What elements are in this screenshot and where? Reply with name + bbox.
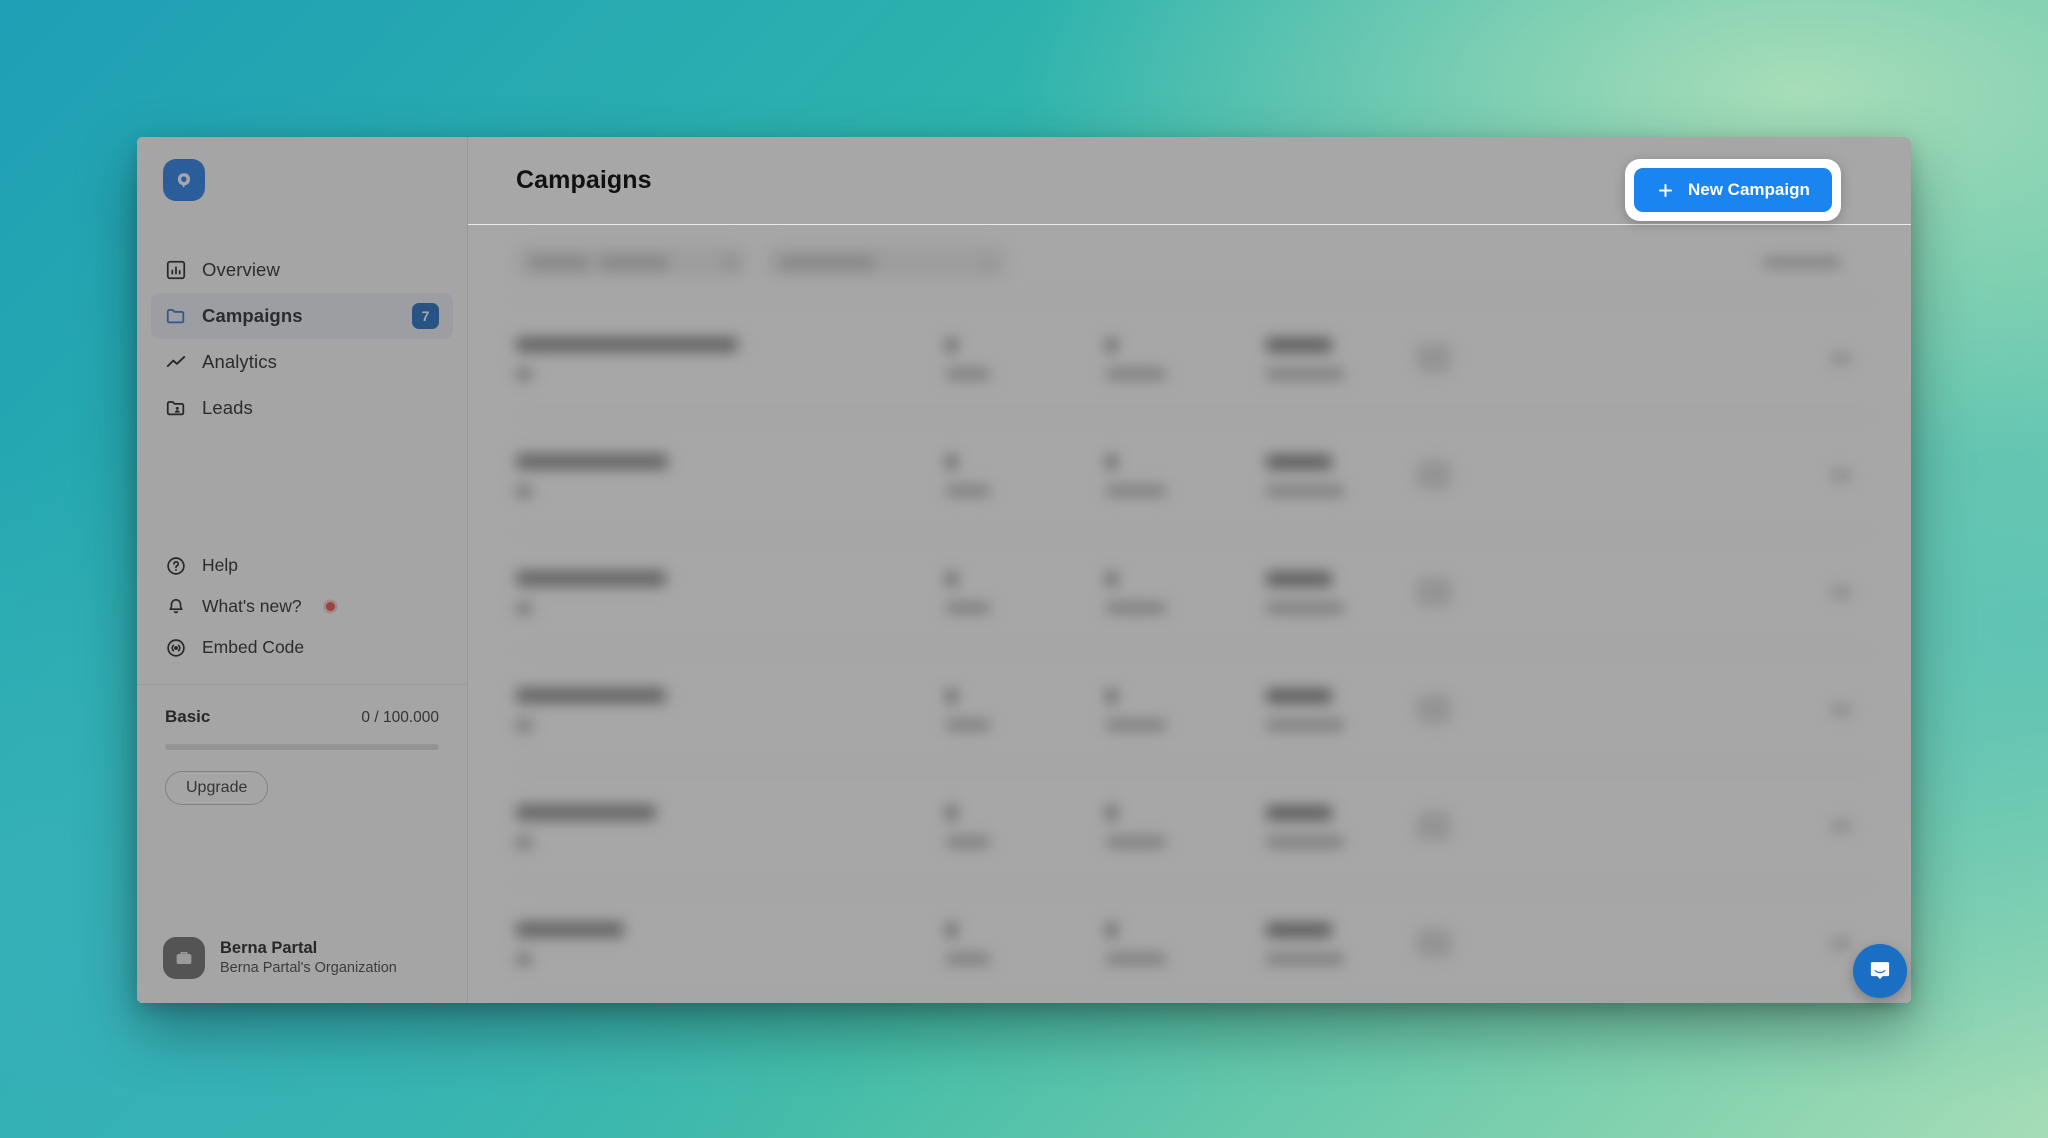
folder-icon (166, 309, 185, 324)
sidebar-item-label: Campaigns (202, 305, 303, 326)
new-campaign-highlight-ring: New Campaign (1625, 159, 1841, 221)
sidebar-item-label: Help (202, 555, 238, 575)
sidebar-item-label: Overview (202, 259, 280, 280)
usage-progress-bar (165, 744, 439, 750)
sidebar-item-label: Embed Code (202, 637, 305, 657)
broadcast-icon (167, 638, 185, 657)
date-cell (1266, 337, 1416, 379)
stat-cell-a (946, 337, 1106, 379)
row-actions[interactable] (1831, 586, 1871, 598)
page-title: Campaigns (516, 166, 652, 194)
campaigns-table-region (468, 225, 1911, 1003)
plan-row: Basic 0 / 100.000 (165, 707, 439, 727)
sidebar-item-label: Analytics (202, 351, 277, 372)
primary-navigation: Overview Campaigns 7 Analytics Leads (137, 247, 467, 431)
user-profile-row[interactable]: Berna Partal Berna Partal's Organization (137, 919, 467, 1003)
new-campaign-button-label: New Campaign (1688, 180, 1810, 199)
avatar (163, 937, 205, 979)
stat-cell-a (946, 805, 1106, 847)
user-text-block: Berna Partal Berna Partal's Organization (220, 937, 397, 979)
sidebar-item-analytics[interactable]: Analytics (151, 339, 453, 385)
date-cell (1266, 454, 1416, 496)
stat-cell-a (946, 571, 1106, 613)
table-row[interactable] (516, 417, 1871, 534)
intercom-message-icon (1870, 962, 1890, 980)
sidebar-item-embed-code[interactable]: Embed Code (151, 627, 453, 668)
user-name: Berna Partal (220, 939, 318, 958)
date-cell (1266, 571, 1416, 613)
table-toolbar (516, 225, 1871, 299)
sidebar: Overview Campaigns 7 Analytics Leads Hel… (137, 137, 468, 1003)
status-badge (1416, 343, 1536, 373)
whats-new-indicator-dot (325, 602, 335, 611)
briefcase-icon (176, 951, 192, 965)
status-badge (1416, 928, 1536, 958)
campaign-name-cell (516, 804, 946, 848)
sort-control[interactable] (1751, 245, 1871, 279)
chart-bar-icon (166, 260, 186, 280)
campaign-name-cell (516, 336, 946, 380)
status-badge (1416, 577, 1536, 607)
row-actions[interactable] (1831, 703, 1871, 715)
sidebar-item-leads[interactable]: Leads (151, 385, 453, 431)
upgrade-button[interactable]: Upgrade (165, 771, 269, 805)
sidebar-item-help[interactable]: Help (151, 545, 453, 586)
status-filter-dropdown[interactable] (766, 245, 1006, 279)
plan-usage-count: 0 / 100.000 (361, 709, 439, 726)
stat-cell-a (946, 454, 1106, 496)
stat-cell-a (946, 922, 1106, 964)
table-row[interactable] (516, 651, 1871, 768)
campaign-name-cell (516, 687, 946, 731)
status-badge (1416, 811, 1536, 841)
sidebar-item-label: What's new? (202, 596, 302, 616)
chevron-down-icon (980, 254, 996, 270)
status-badge (1416, 694, 1536, 724)
row-actions[interactable] (1831, 352, 1871, 364)
campaign-name-cell (516, 570, 946, 614)
search-input[interactable] (516, 245, 748, 279)
table-row[interactable] (516, 768, 1871, 885)
user-organization: Berna Partal's Organization (220, 960, 397, 977)
bell-icon (169, 598, 183, 613)
new-campaign-button[interactable]: New Campaign (1634, 168, 1832, 212)
status-badge (1416, 460, 1536, 490)
table-row[interactable] (516, 885, 1871, 1002)
stat-cell-b (1106, 922, 1266, 964)
row-actions[interactable] (1831, 937, 1871, 949)
campaigns-table (516, 299, 1871, 1002)
sidebar-item-label: Leads (202, 397, 253, 418)
table-row[interactable] (516, 300, 1871, 417)
campaign-name-cell (516, 921, 946, 965)
table-row[interactable] (516, 534, 1871, 651)
stat-cell-b (1106, 571, 1266, 613)
stat-cell-b (1106, 337, 1266, 379)
row-actions[interactable] (1831, 469, 1871, 481)
plan-name: Basic (165, 707, 211, 726)
date-cell (1266, 922, 1416, 964)
sidebar-item-whats-new[interactable]: What's new? (151, 586, 453, 627)
app-logo[interactable] (163, 159, 205, 201)
question-circle-icon (167, 556, 185, 575)
date-cell (1266, 805, 1416, 847)
campaigns-count-badge: 7 (412, 303, 439, 329)
stat-cell-b (1106, 805, 1266, 847)
app-logo-p-mark-icon (177, 173, 191, 188)
chat-widget-button[interactable] (1853, 944, 1907, 998)
secondary-navigation: Help What's new? Embed Code (137, 545, 467, 684)
date-cell (1266, 688, 1416, 730)
stat-cell-b (1106, 454, 1266, 496)
row-actions[interactable] (1831, 820, 1871, 832)
logo-container (137, 137, 467, 201)
stat-cell-b (1106, 688, 1266, 730)
trending-up-icon (166, 355, 186, 368)
plan-usage-block: Basic 0 / 100.000 Upgrade (137, 684, 467, 805)
main-content: Campaigns (468, 137, 1911, 1003)
stat-cell-a (946, 688, 1106, 730)
campaign-name-cell (516, 453, 946, 497)
sidebar-item-campaigns[interactable]: Campaigns 7 (151, 293, 453, 339)
folder-user-icon (166, 401, 185, 416)
app-window: Overview Campaigns 7 Analytics Leads Hel… (137, 137, 1911, 1003)
sidebar-item-overview[interactable]: Overview (151, 247, 453, 293)
plus-icon (1658, 183, 1673, 197)
